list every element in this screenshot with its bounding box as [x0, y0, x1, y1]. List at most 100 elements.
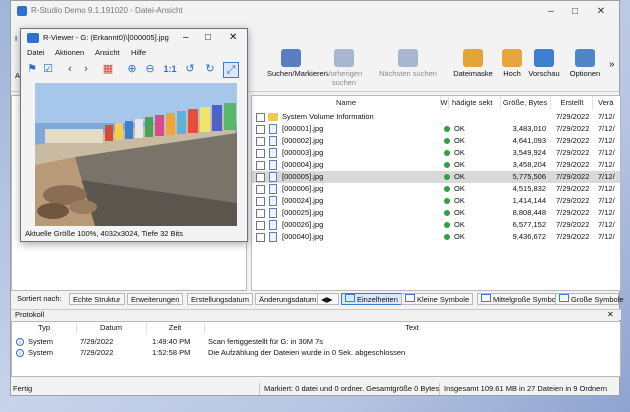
file-created: 7/29/2022 [556, 160, 590, 169]
row-checkbox[interactable] [256, 185, 265, 194]
protocol-header-time[interactable]: Zeit [146, 322, 205, 334]
toolbar-button-4[interactable]: Hoch [499, 49, 525, 87]
maximize-icon[interactable]: □ [563, 3, 587, 21]
file-row[interactable]: System Volume Information 7/29/2022 7/12/ [252, 111, 620, 123]
viewer-close-icon[interactable]: ✕ [229, 29, 237, 47]
toolbar-button-6[interactable]: Optionen [565, 49, 605, 87]
file-list[interactable]: Name W hädigte sekt Größe, Bytes Erstell… [251, 95, 621, 291]
row-checkbox[interactable] [256, 149, 265, 158]
rotate-left-icon[interactable]: ↺ [183, 62, 197, 76]
image-file-icon [269, 208, 277, 218]
sort-modification-date[interactable]: Änderungsdatum [255, 293, 321, 305]
image-file-icon [269, 232, 277, 242]
file-row[interactable]: [000040].jpg OK 9,436,672 7/29/2022 7/12/ [252, 231, 620, 243]
file-row[interactable]: [000026].jpg OK 6,577,152 7/29/2022 7/12/ [252, 219, 620, 231]
toolbar-button-label: Nächsten suchen [379, 69, 437, 78]
file-status: OK [454, 160, 465, 169]
file-modified: 7/12/ [598, 124, 615, 133]
column-header-w[interactable]: W [440, 96, 449, 109]
row-checkbox[interactable] [256, 137, 265, 146]
column-header-created[interactable]: Erstellt [552, 96, 593, 109]
actual-size-icon[interactable]: 1:1 [161, 62, 179, 76]
file-modified: 7/12/ [598, 172, 615, 181]
file-row[interactable]: [000005].jpg OK 5,775,506 7/29/2022 7/12/ [252, 171, 620, 183]
row-checkbox[interactable] [256, 161, 265, 170]
viewer-menu-help[interactable]: Hilfe [131, 47, 146, 59]
folder-icon [268, 113, 278, 121]
toolbar-button-3[interactable]: Dateimaske [453, 49, 493, 87]
sort-scroll-arrows-icon[interactable]: ◀▶ [317, 293, 339, 305]
protocol-panel[interactable]: Typ Datum Zeit Text i System 7/29/2022 1:49… [11, 321, 621, 377]
file-row[interactable]: [000025].jpg OK 8,808,448 7/29/2022 7/12/ [252, 207, 620, 219]
checkbox-mark-icon[interactable]: ☑ [41, 62, 55, 76]
file-status: OK [454, 124, 465, 133]
sort-extensions[interactable]: Erweiterungen [127, 293, 184, 305]
sort-creation-date[interactable]: Erstellungsdatum [187, 293, 253, 305]
protocol-close-icon[interactable]: ✕ [607, 310, 614, 320]
protocol-header-text[interactable]: Text [204, 322, 620, 334]
viewer-window[interactable]: R-Viewer - G: (Erkannt0)\[000005].jpg – … [20, 28, 248, 242]
row-checkbox[interactable] [256, 221, 265, 230]
zoom-out-icon[interactable]: ⊖ [143, 62, 157, 76]
column-header-damaged[interactable]: hädigte sekt [450, 96, 501, 109]
file-size: 9,436,672 [512, 232, 546, 241]
toolbar-button-5[interactable]: Vorschau [527, 49, 561, 87]
file-status: OK [454, 148, 465, 157]
file-size: 4,641,093 [512, 136, 546, 145]
view-small-icons-button[interactable]: Kleine Symbole [401, 293, 474, 305]
row-checkbox[interactable] [256, 209, 265, 218]
file-modified: 7/12/ [598, 232, 615, 241]
column-header-size[interactable]: Größe, Bytes [500, 96, 551, 109]
close-icon[interactable]: ✕ [589, 3, 613, 21]
column-header-name[interactable]: Name [252, 96, 441, 109]
file-name: [000040].jpg [282, 232, 324, 241]
row-checkbox[interactable] [256, 233, 265, 242]
toolbar-button-0[interactable]: Suchen/Markieren [267, 49, 328, 87]
protocol-header-type[interactable]: Typ [12, 322, 77, 334]
file-row[interactable]: [000003].jpg OK 3,549,924 7/29/2022 7/12/ [252, 147, 620, 159]
fit-window-icon[interactable]: ⤢ [223, 62, 239, 78]
file-size: 4,515,832 [512, 184, 546, 193]
file-row[interactable]: [000006].jpg OK 4,515,832 7/29/2022 7/12/ [252, 183, 620, 195]
file-size: 6,577,152 [512, 220, 546, 229]
file-row[interactable]: [000004].jpg OK 3,458,204 7/29/2022 7/12/ [252, 159, 620, 171]
row-checkbox[interactable] [256, 197, 265, 206]
file-row[interactable]: [000001].jpg OK 3,483,010 7/29/2022 7/12/ [252, 123, 620, 135]
file-row[interactable]: [000024].jpg OK 1,414,144 7/29/2022 7/12/ [252, 195, 620, 207]
protocol-row[interactable]: i System 7/29/2022 1:52:58 PM Die Aufzählung… [12, 347, 620, 359]
status-ready: Fertig [13, 384, 33, 393]
zoom-in-icon[interactable]: ⊕ [125, 62, 139, 76]
row-checkbox[interactable] [256, 125, 265, 134]
file-name: [000002].jpg [282, 136, 324, 145]
sort-real-structure[interactable]: Echte Struktur [69, 293, 125, 305]
viewer-menu-file[interactable]: Datei [27, 47, 45, 59]
rotate-right-icon[interactable]: ↻ [203, 62, 217, 76]
viewer-menu-view[interactable]: Ansicht [95, 47, 120, 59]
file-row[interactable]: [000002].jpg OK 4,641,093 7/29/2022 7/12/ [252, 135, 620, 147]
sort-label: Sortiert nach: [17, 294, 62, 303]
viewer-menu-actions[interactable]: Aktionen [55, 47, 84, 59]
image-file-icon [269, 136, 277, 146]
protocol-header-date[interactable]: Datum [76, 322, 147, 334]
row-checkbox[interactable] [256, 173, 265, 182]
viewer-status-bar: Aktuelle Größe 100%, 4032x3024, Tiefe 32… [21, 227, 247, 241]
minimize-icon[interactable]: – [539, 3, 563, 21]
view-details-button[interactable]: Einzelheiten [341, 293, 402, 305]
image-file-icon [269, 148, 277, 158]
file-name: [000005].jpg [282, 172, 324, 181]
locate-icon[interactable]: ⚑ [25, 62, 39, 76]
toolbar-button-1[interactable]: Vorherigen suchen [315, 49, 373, 87]
next-icon[interactable]: › [79, 62, 93, 76]
column-header-modified[interactable]: Verä [594, 96, 620, 109]
image-file-icon [269, 172, 277, 182]
row-checkbox[interactable] [256, 113, 265, 122]
view-medium-icons-button[interactable]: Mittelgroße Symbole [477, 293, 566, 305]
toolbar-button-2[interactable]: Nächsten suchen [377, 49, 439, 87]
viewer-maximize-icon[interactable]: □ [205, 29, 211, 47]
toolbar-overflow-icon[interactable]: » [609, 59, 615, 70]
viewer-minimize-icon[interactable]: – [183, 29, 189, 47]
previous-icon[interactable]: ‹ [63, 62, 77, 76]
image-file-icon [269, 184, 277, 194]
view-large-icons-button[interactable]: Große Symbole [555, 293, 624, 305]
recover-icon[interactable]: ▦ [101, 62, 115, 76]
